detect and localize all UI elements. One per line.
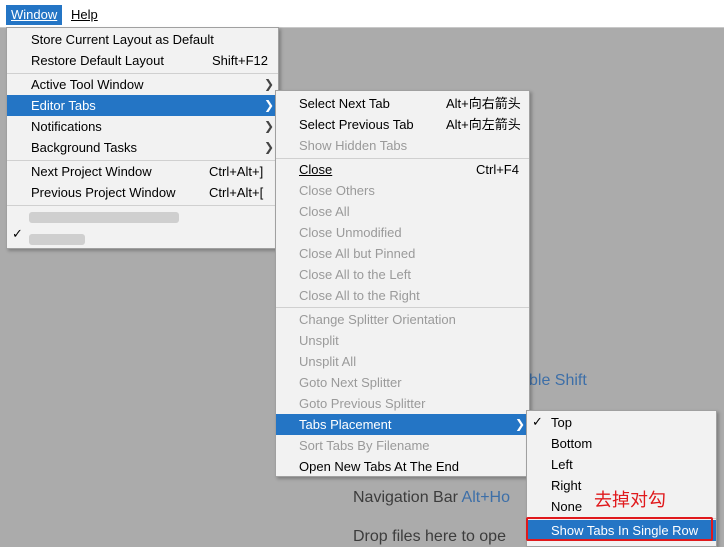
search-everywhere-hint: ble Shift [529,372,587,389]
separator [276,307,529,308]
menu-help[interactable]: Help [66,5,103,25]
menu-item-show-hidden-tabs[interactable]: Show Hidden Tabs [276,135,529,156]
menu-bar: Window Help [0,0,724,28]
chevron-right-icon: ❯ [263,98,274,112]
menu-item-goto-next-splitter[interactable]: Goto Next Splitter [276,372,529,393]
menu-item-store-layout[interactable]: Store Current Layout as Default [7,29,278,50]
chevron-right-icon: ❯ [263,77,274,91]
separator [7,205,278,206]
menu-item-sort-tabs-by-filename[interactable]: Sort Tabs By Filename [276,435,529,456]
drop-files-hint: Drop files here to ope [353,528,506,545]
menu-item-close-all-right[interactable]: Close All to the Right [276,285,529,306]
menu-window[interactable]: Window [6,5,63,25]
menu-item-select-previous-tab[interactable]: Select Previous Tab Alt+向左箭头 [276,114,529,135]
menu-item-placement-top[interactable]: Top [527,412,716,433]
menu-window-label: Window [11,7,58,22]
chevron-right-icon: ❯ [263,119,274,133]
check-icon: ✓ [12,226,23,241]
redacted-project-item[interactable] [29,234,85,245]
menu-item-restore-layout[interactable]: Restore Default Layout Shift+F12 [7,50,278,71]
menu-item-placement-left[interactable]: Left [527,454,716,475]
menu-item-close-all-left[interactable]: Close All to the Left [276,264,529,285]
menu-item-goto-previous-splitter[interactable]: Goto Previous Splitter [276,393,529,414]
annotation-highlight-box [526,517,713,541]
menu-item-previous-project-window[interactable]: Previous Project Window Ctrl+Alt+[ [7,182,278,203]
menu-item-close-all[interactable]: Close All [276,201,529,222]
menu-item-tabs-placement[interactable]: Tabs Placement ❯ [276,414,529,435]
menu-help-label: Help [71,7,98,22]
menu-item-notifications[interactable]: Notifications ❯ [7,116,278,137]
chevron-right-icon: ❯ [514,417,525,431]
menu-item-close-others[interactable]: Close Others [276,180,529,201]
menu-item-placement-bottom[interactable]: Bottom [527,433,716,454]
menu-item-active-tool-window[interactable]: Active Tool Window ❯ [7,74,278,95]
annotation-text: 去掉对勾 [594,490,666,510]
menu-item-change-splitter-orientation[interactable]: Change Splitter Orientation [276,309,529,330]
menu-item-unsplit-all[interactable]: Unsplit All [276,351,529,372]
menu-item-unsplit[interactable]: Unsplit [276,330,529,351]
menu-item-open-new-tabs-at-end[interactable]: Open New Tabs At The End [276,456,529,477]
window-menu: Store Current Layout as Default Restore … [6,27,279,249]
chevron-right-icon: ❯ [263,140,274,154]
menu-item-next-project-window[interactable]: Next Project Window Ctrl+Alt+] [7,161,278,182]
editor-tabs-menu: Select Next Tab Alt+向右箭头 Select Previous… [275,90,530,477]
menu-item-close[interactable]: Close Ctrl+F4 [276,159,529,180]
navigation-bar-hint: Navigation Bar Alt+Ho [353,489,510,506]
menu-item-close-all-but-pinned[interactable]: Close All but Pinned [276,243,529,264]
menu-item-editor-tabs[interactable]: Editor Tabs ❯ [7,95,278,116]
menu-item-select-next-tab[interactable]: Select Next Tab Alt+向右箭头 [276,93,529,114]
menu-item-close-unmodified[interactable]: Close Unmodified [276,222,529,243]
redacted-project-item[interactable] [29,212,179,223]
menu-item-background-tasks[interactable]: Background Tasks ❯ [7,137,278,158]
